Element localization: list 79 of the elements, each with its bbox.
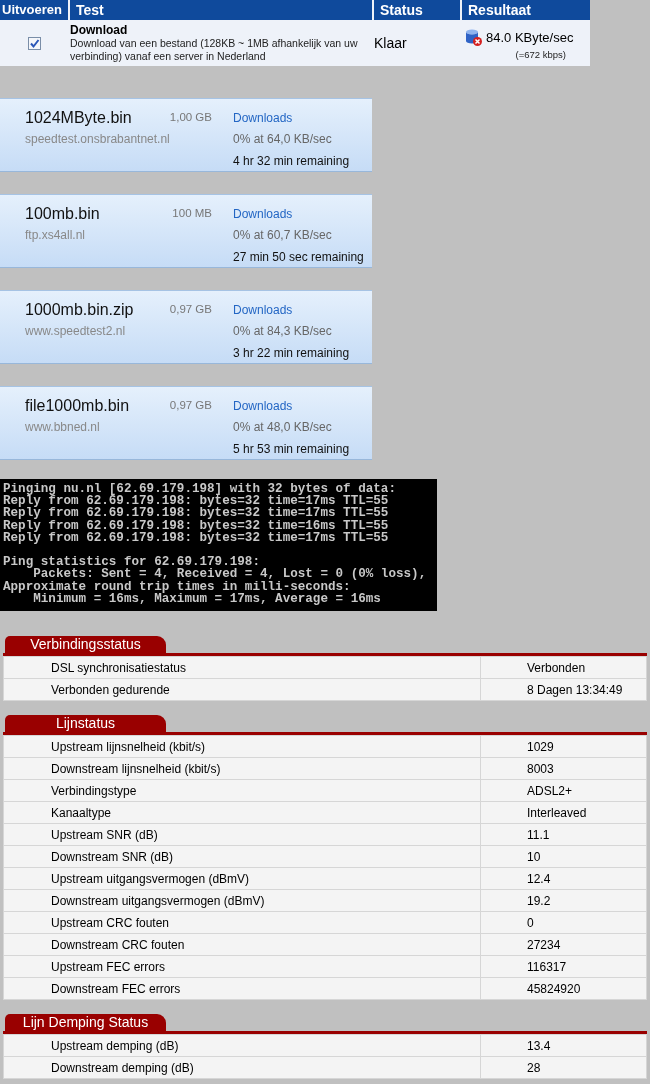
progress-text: 0% at 84,3 KB/sec [233, 323, 332, 341]
value-cell: 11.1 [480, 823, 647, 846]
column-header: Status [374, 0, 460, 20]
progress-text: 0% at 48,0 KB/sec [233, 419, 332, 437]
progress-text: 0% at 60,7 KB/sec [233, 227, 332, 245]
label-cell: Upstream lijnsnelheid (kbit/s) [3, 735, 481, 758]
downloads-link[interactable]: Downloads [233, 396, 293, 415]
host-name: www.bbned.nl [25, 419, 100, 437]
progress-text: 0% at 64,0 KB/sec [233, 131, 332, 149]
label-cell: Downstream demping (dB) [3, 1056, 481, 1079]
column-header: Resultaat [462, 0, 590, 20]
value-cell: ADSL2+ [480, 779, 647, 802]
label-cell: Downstream FEC errors [3, 977, 481, 1000]
console-line: Reply from 62.69.179.198: bytes=32 time=16ms TTL=55 [3, 519, 389, 532]
label-cell: Upstream FEC errors [3, 955, 481, 978]
console-line: Packets: Sent = 4, Received = 4, Lost = 0 (0% loss), [33, 568, 427, 581]
result-value: 84.0 KByte/sec [486, 29, 574, 47]
console-line: Reply from 62.69.179.198: bytes=32 time=17ms TTL=55 [3, 507, 389, 520]
test-title: Download [70, 23, 129, 37]
label-cell: Upstream demping (dB) [3, 1034, 481, 1057]
label-cell: Kanaaltype [3, 801, 481, 824]
value-cell: 0 [480, 911, 647, 934]
value-cell: 13.4 [480, 1034, 647, 1057]
value-cell: Interleaved [480, 801, 647, 824]
file-size: 100 MB [172, 206, 212, 222]
downloads-link[interactable]: Downloads [233, 300, 293, 319]
value-cell: Verbonden [480, 656, 647, 679]
time-remaining: 27 min 50 sec remaining [233, 248, 364, 266]
database-error-icon [465, 29, 482, 47]
host-name: speedtest.onsbrabantnet.nl [25, 131, 170, 149]
value-cell: 8 Dagen 13:34:49 [480, 678, 647, 701]
console-line: Minimum = 16ms, Maximum = 17ms, Average = 16ms [33, 592, 381, 605]
file-size: 0,97 GB [169, 302, 212, 318]
value-cell: 10 [480, 845, 647, 868]
console-line: Reply from 62.69.179.198: bytes=32 time=17ms TTL=55 [3, 531, 389, 544]
console-line: Ping statistics for 62.69.179.198: [3, 556, 260, 569]
file-size: 0,97 GB [169, 398, 212, 414]
value-cell: 116317 [480, 955, 647, 978]
file-size: 1,00 GB [169, 110, 212, 126]
console-line: Approximate round trip times in milli-seconds: [3, 580, 351, 593]
value-cell: 8003 [480, 757, 647, 780]
time-remaining: 3 hr 22 min remaining [233, 344, 350, 362]
host-name: ftp.xs4all.nl [25, 227, 86, 245]
checkbox[interactable] [27, 36, 41, 50]
label-cell: Downstream SNR (dB) [3, 845, 481, 868]
column-header: Uitvoeren [0, 0, 68, 20]
label-cell: Upstream SNR (dB) [3, 823, 481, 846]
test-description: Download van een bestand (128KB ~ 1MB afhankelijk van uw verbinding) vanaf een server in Nederland [70, 37, 359, 63]
file-name: 1024MByte.bin [25, 107, 132, 128]
file-name: 100mb.bin [25, 203, 100, 224]
time-remaining: 5 hr 53 min remaining [233, 440, 350, 458]
label-cell: Verbonden gedurende [3, 678, 481, 701]
label-cell: Upstream CRC fouten [3, 911, 481, 934]
file-name: 1000mb.bin.zip [25, 299, 134, 320]
label-cell: Downstream uitgangsvermogen (dBmV) [3, 889, 481, 912]
time-remaining: 4 hr 32 min remaining [233, 152, 350, 170]
host-name: www.speedtest2.nl [25, 323, 126, 341]
value-cell: 12.4 [480, 867, 647, 890]
console-line: Reply from 62.69.179.198: bytes=32 time=17ms TTL=55 [3, 495, 389, 508]
section-heading: Lijn Demping Status [5, 1014, 166, 1031]
value-cell: 28 [480, 1056, 647, 1079]
file-name: file1000mb.bin [25, 395, 130, 416]
console-line: Pinging nu.nl [62.69.179.198] with 32 bytes of data: [3, 483, 396, 496]
section-heading: Lijnstatus [5, 715, 166, 732]
label-cell: Upstream uitgangsvermogen (dBmV) [3, 867, 481, 890]
downloads-link[interactable]: Downloads [233, 204, 293, 223]
downloads-link[interactable]: Downloads [233, 108, 293, 127]
result-note: (=672 kbps) [515, 47, 566, 62]
section-heading: Verbindingsstatus [5, 636, 166, 653]
label-cell: Downstream lijnsnelheid (kbit/s) [3, 757, 481, 780]
column-header: Test [70, 0, 372, 20]
label-cell: Downstream CRC fouten [3, 933, 481, 956]
status-text: Klaar [374, 33, 407, 53]
label-cell: DSL synchronisatiestatus [3, 656, 481, 679]
value-cell: 19.2 [480, 889, 647, 912]
label-cell: Verbindingstype [3, 779, 481, 802]
value-cell: 45824920 [480, 977, 647, 1000]
value-cell: 27234 [480, 933, 647, 956]
value-cell: 1029 [480, 735, 647, 758]
